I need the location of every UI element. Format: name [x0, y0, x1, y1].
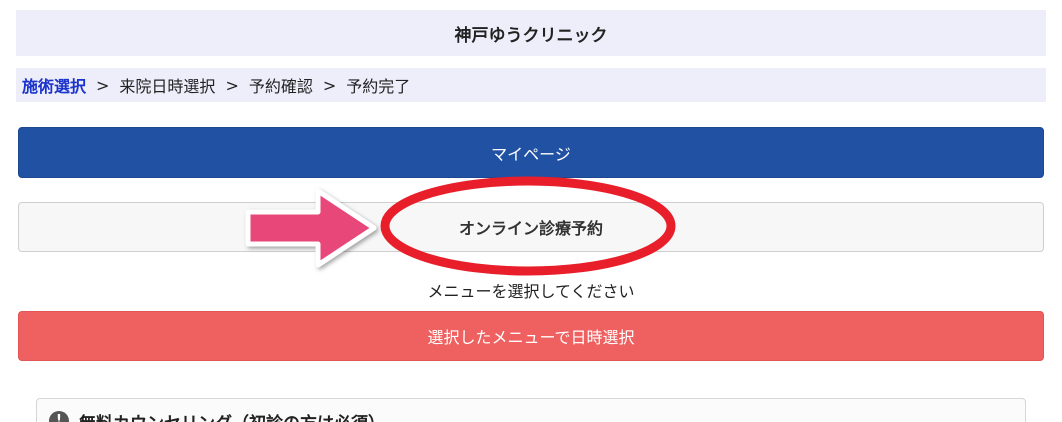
menu-instruction: メニューを選択してください: [18, 276, 1044, 304]
breadcrumb-separator: >: [322, 75, 337, 95]
breadcrumb: 施術選択 > 来院日時選択 > 予約確認 > 予約完了: [16, 68, 1046, 102]
breadcrumb-step-complete: 予約完了: [346, 77, 411, 96]
clinic-name: 神戸ゆうクリニック: [454, 25, 608, 46]
breadcrumb-separator: >: [96, 75, 110, 95]
mypage-button[interactable]: マイページ: [18, 127, 1044, 178]
breadcrumb-step-datetime: 来院日時選択: [119, 77, 216, 96]
select-datetime-button[interactable]: 選択したメニューで日時選択: [18, 311, 1044, 361]
select-datetime-label: 選択したメニューで日時選択: [427, 328, 635, 347]
clinic-header: 神戸ゆうクリニック: [16, 10, 1046, 56]
mypage-button-label: マイページ: [491, 144, 571, 164]
menu-instruction-text: メニューを選択してください: [427, 282, 635, 301]
breadcrumb-separator: >: [225, 75, 239, 95]
menu-item-title: 無料カウンセリング（初診の方は必須）: [79, 409, 385, 422]
breadcrumb-step-confirm: 予約確認: [248, 77, 313, 96]
online-consultation-label: オンライン診療予約: [458, 219, 603, 238]
page: 神戸ゆうクリニック 施術選択 > 来院日時選択 > 予約確認 > 予約完了 マイ…: [0, 0, 1062, 422]
breadcrumb-step-treatment: 施術選択: [22, 77, 87, 96]
menu-item-free-counseling[interactable]: ! 無料カウンセリング（初診の方は必須）: [36, 398, 1026, 422]
online-consultation-button[interactable]: オンライン診療予約: [18, 202, 1044, 252]
info-icon: !: [49, 411, 69, 422]
